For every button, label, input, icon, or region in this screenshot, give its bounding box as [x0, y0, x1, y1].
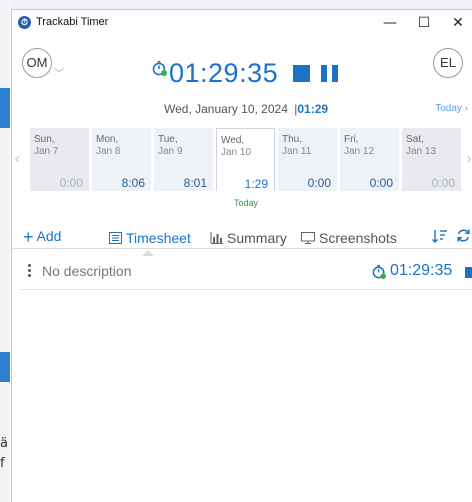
today-indicator: Today [234, 198, 259, 208]
close-button[interactable]: ✕ [440, 13, 472, 33]
minimize-button[interactable]: — [372, 13, 408, 33]
day-wed-selected[interactable]: Wed, Jan 10 1:29 [216, 128, 275, 191]
day-name: Thu, [282, 134, 303, 145]
desktop-blue-strip [0, 88, 10, 128]
day-date: Jan 7 [34, 146, 59, 157]
day-total: 0:00 [59, 176, 83, 190]
next-week-arrow-icon[interactable]: › [466, 149, 472, 168]
day-mon[interactable]: Mon, Jan 8 8:06 [92, 128, 151, 191]
day-name: Wed, [221, 135, 245, 146]
tab-timesheet-label: Timesheet [126, 230, 191, 246]
add-label: Add [36, 228, 62, 244]
day-name: Fri, [344, 134, 359, 145]
selected-date: Wed, January 10, 2024 |01:29 [164, 102, 328, 116]
day-total: 8:06 [121, 176, 145, 190]
user-avatar-right[interactable]: EL [433, 48, 463, 78]
day-fri[interactable]: Fri, Jan 12 0:00 [340, 128, 399, 191]
bar-chart-icon [210, 232, 223, 244]
day-tue[interactable]: Tue, Jan 9 8:01 [154, 128, 213, 191]
entry-stop-button[interactable] [465, 267, 472, 278]
week-strip: ‹ Sun, Jan 7 0:00 Mon, Jan 8 8:06 Tue, J… [12, 128, 472, 204]
day-date: Jan 8 [96, 146, 121, 157]
day-sat[interactable]: Sat, Jan 13 0:00 [402, 128, 461, 191]
day-total: 0:00 [431, 176, 455, 190]
day-date: Jan 13 [406, 146, 437, 157]
day-date: Jan 9 [158, 146, 183, 157]
desktop-text-fragment: ä [0, 436, 8, 451]
today-link[interactable]: Today › [435, 103, 468, 114]
plus-icon: + [23, 227, 34, 247]
tab-summary[interactable]: Summary [210, 230, 287, 246]
entry-description[interactable]: No description [42, 263, 132, 279]
day-name: Sun, [34, 134, 55, 145]
app-window: ⏱ Trackabi Timer — ☐ ✕ OM ﹀ EL 01:29:35 … [11, 9, 472, 502]
add-entry-button[interactable]: + Add [23, 227, 62, 247]
tab-bar: + Add Timesheet Summary Screenshots [12, 218, 472, 249]
tab-screenshots-label: Screenshots [319, 230, 397, 246]
stop-button[interactable] [293, 65, 310, 82]
day-name: Mon, [96, 134, 119, 145]
previous-week-arrow-icon[interactable]: ‹ [14, 149, 20, 168]
entry-duration: 01:29:35 [390, 262, 453, 279]
more-options-icon[interactable] [28, 264, 32, 279]
desktop-background-left [0, 0, 10, 502]
monitor-icon [301, 232, 315, 244]
title-bar[interactable]: ⏱ Trackabi Timer — ☐ ✕ [12, 10, 472, 36]
refresh-icon[interactable] [456, 228, 471, 243]
trackabi-logo-icon: ⏱ [18, 16, 31, 29]
running-timer: 01:29:35 [169, 58, 279, 88]
tab-screenshots[interactable]: Screenshots [301, 230, 397, 246]
tab-timesheet[interactable]: Timesheet [109, 230, 191, 246]
desktop-blue-strip-lower [0, 352, 10, 382]
time-entry-row[interactable]: No description 01:29:35 [20, 252, 472, 290]
day-name: Sat, [406, 134, 424, 145]
day-date: Jan 12 [344, 146, 375, 157]
desktop-text-fragment-2: f [0, 456, 5, 471]
day-total: 0:00 [307, 176, 331, 190]
pause-button-bar[interactable] [332, 65, 338, 82]
day-date: Jan 10 [221, 147, 252, 158]
day-total: 0:00 [369, 176, 393, 190]
user-avatar-left[interactable]: OM [22, 48, 52, 78]
pause-button[interactable] [321, 65, 327, 82]
window-title: Trackabi Timer [36, 16, 109, 28]
selected-day-total: 01:29 [297, 102, 329, 116]
chevron-down-icon[interactable]: ﹀ [54, 65, 64, 80]
day-thu[interactable]: Thu, Jan 11 0:00 [278, 128, 337, 191]
tab-summary-label: Summary [227, 230, 287, 246]
day-date: Jan 11 [282, 146, 312, 157]
selected-date-text: Wed, January 10, 2024 [164, 102, 288, 116]
day-total: 8:01 [183, 176, 207, 190]
maximize-button[interactable]: ☐ [406, 13, 442, 33]
sort-icon[interactable] [432, 229, 448, 243]
day-name: Tue, [158, 134, 178, 145]
day-total: 1:29 [244, 177, 268, 191]
timesheet-icon [109, 232, 122, 244]
desktop-background-strip [10, 0, 472, 9]
stopwatch-icon [152, 61, 167, 76]
day-sun[interactable]: Sun, Jan 7 0:00 [30, 128, 89, 191]
stopwatch-icon [372, 264, 387, 279]
